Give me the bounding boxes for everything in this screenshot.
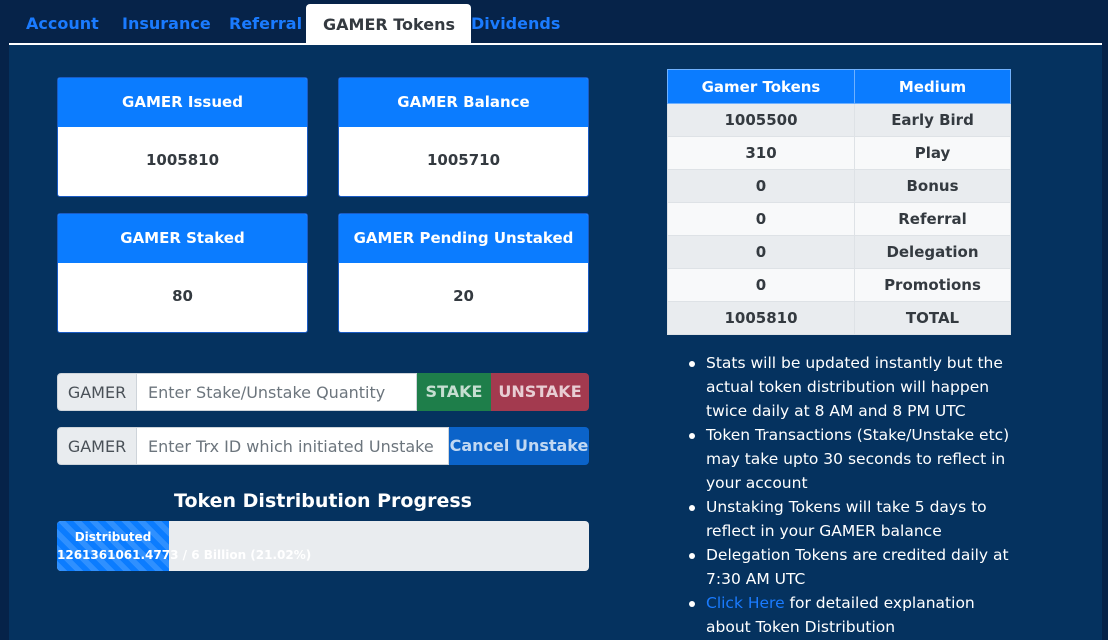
tab-account[interactable]: Account: [26, 14, 99, 33]
table-row: 0 Delegation: [667, 235, 1011, 269]
stake-input-group: GAMER Enter Stake/Unstake Quantity STAKE…: [57, 373, 589, 411]
info-notes-list: Stats will be updated instantly but the …: [688, 351, 1018, 639]
medium-cell: Bonus: [854, 169, 1011, 203]
stake-quantity-input[interactable]: Enter Stake/Unstake Quantity: [137, 373, 417, 411]
column-header-medium: Medium: [854, 69, 1011, 104]
tab-gamer-tokens[interactable]: GAMER Tokens: [306, 4, 472, 45]
table-row: 310 Play: [667, 136, 1011, 170]
card-title: GAMER Issued: [58, 78, 307, 127]
medium-cell: TOTAL: [854, 301, 1011, 335]
card-value: 80: [172, 287, 193, 305]
unstake-button[interactable]: UNSTAKE: [491, 373, 589, 411]
medium-cell: Play: [854, 136, 1011, 170]
gamer-prefix: GAMER: [57, 373, 137, 411]
note-item: Token Transactions (Stake/Unstake etc) m…: [688, 423, 1018, 495]
note-item: Delegation Tokens are credited daily at …: [688, 543, 1018, 591]
token-count-cell: 0: [667, 202, 855, 236]
tab-insurance[interactable]: Insurance: [122, 14, 211, 33]
stake-button[interactable]: STAKE: [417, 373, 491, 411]
token-count-cell: 0: [667, 235, 855, 269]
token-count-cell: 1005500: [667, 103, 855, 137]
token-count-cell: 0: [667, 268, 855, 302]
medium-cell: Early Bird: [854, 103, 1011, 137]
tab-dividends[interactable]: Dividends: [471, 14, 560, 33]
token-count-cell: 1005810: [667, 301, 855, 335]
progress-label: Distributed: [74, 530, 152, 544]
table-total-row: 1005810 TOTAL: [667, 301, 1011, 335]
card-value: 20: [453, 287, 474, 305]
table-row: 0 Referral: [667, 202, 1011, 236]
card-value: 1005810: [145, 151, 220, 169]
medium-cell: Referral: [854, 202, 1011, 236]
token-count-cell: 0: [667, 169, 855, 203]
table-row: 1005500 Early Bird: [667, 103, 1011, 137]
gamer-prefix: GAMER: [57, 427, 137, 465]
gamer-issued-card: GAMER Issued 1005810: [57, 77, 308, 197]
token-count-cell: 310: [667, 136, 855, 170]
card-title: GAMER Balance: [339, 78, 588, 127]
click-here-link[interactable]: Click Here: [706, 594, 785, 612]
note-item: Click Here for detailed explanation abou…: [688, 591, 1018, 639]
gamer-staked-card: GAMER Staked 80: [57, 213, 308, 333]
tab-bar: Account Insurance Referral GAMER Tokens …: [0, 0, 1108, 45]
tab-referral[interactable]: Referral: [229, 14, 302, 33]
progress-detail: 1261361061.4773 / 6 Billion (21.02%): [57, 548, 312, 562]
column-header-gamer-tokens: Gamer Tokens: [667, 69, 855, 104]
gamer-balance-card: GAMER Balance 1005710: [338, 77, 589, 197]
distribution-progress-bar: Distributed 1261361061.4773 / 6 Billion …: [57, 521, 589, 571]
progress-title: Token Distribution Progress: [174, 490, 472, 512]
medium-cell: Promotions: [854, 268, 1011, 302]
note-item: Stats will be updated instantly but the …: [688, 351, 1018, 423]
table-row: 0 Bonus: [667, 169, 1011, 203]
card-value: 1005710: [426, 151, 501, 169]
trx-id-input[interactable]: Enter Trx ID which initiated Unstake: [137, 427, 449, 465]
card-title: GAMER Staked: [58, 214, 307, 263]
cancel-unstake-button[interactable]: Cancel Unstake: [449, 427, 589, 465]
medium-cell: Delegation: [854, 235, 1011, 269]
table-header-row: Gamer Tokens Medium: [667, 69, 1011, 104]
cancel-unstake-input-group: GAMER Enter Trx ID which initiated Unsta…: [57, 427, 589, 465]
card-title: GAMER Pending Unstaked: [339, 214, 588, 263]
table-row: 0 Promotions: [667, 268, 1011, 302]
progress-fill: [57, 521, 169, 571]
gamer-pending-unstaked-card: GAMER Pending Unstaked 20: [338, 213, 589, 333]
gamer-tokens-table: Gamer Tokens Medium 1005500 Early Bird 3…: [667, 69, 1011, 335]
note-item: Unstaking Tokens will take 5 days to ref…: [688, 495, 1018, 543]
